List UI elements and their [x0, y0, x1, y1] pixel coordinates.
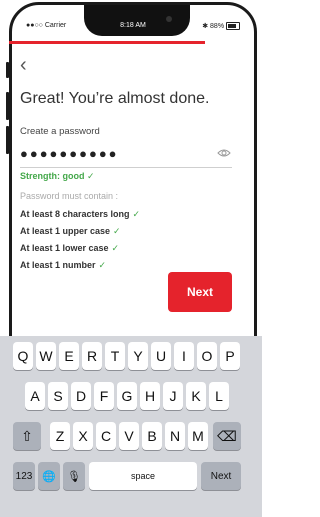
- key-v[interactable]: V: [119, 422, 139, 450]
- status-bar: ●●○○ Carrier 8:18 AM ✱ 88%: [12, 22, 254, 36]
- password-label: Create a password: [20, 126, 100, 137]
- key-n[interactable]: N: [165, 422, 185, 450]
- microphone-icon[interactable]: 🎙: [63, 462, 85, 490]
- key-o[interactable]: O: [197, 342, 217, 370]
- key-u[interactable]: U: [151, 342, 171, 370]
- key-b[interactable]: B: [142, 422, 162, 450]
- key-a[interactable]: A: [25, 382, 45, 410]
- requirements-list: At least 8 characters long ✓ At least 1 u…: [20, 207, 140, 275]
- key-p[interactable]: P: [220, 342, 240, 370]
- delete-key[interactable]: ⌫: [213, 422, 241, 450]
- requirements-label: Password must contain :: [20, 191, 119, 201]
- requirement-text: At least 1 number: [20, 260, 96, 270]
- key-m[interactable]: M: [188, 422, 208, 450]
- key-e[interactable]: E: [59, 342, 79, 370]
- requirement-item: At least 8 characters long ✓: [20, 207, 140, 224]
- key-d[interactable]: D: [71, 382, 91, 410]
- key-l[interactable]: L: [209, 382, 229, 410]
- strength-indicator: Strength: good ✓: [20, 171, 95, 181]
- keyboard: Q W E R T Y U I O P A S D F G H J K L ⇧ …: [0, 336, 262, 517]
- numbers-key[interactable]: 123: [13, 462, 35, 490]
- check-icon: ✓: [98, 260, 107, 270]
- key-s[interactable]: S: [48, 382, 68, 410]
- eye-icon[interactable]: [217, 148, 231, 158]
- requirement-text: At least 8 characters long: [20, 209, 130, 219]
- key-h[interactable]: H: [140, 382, 160, 410]
- check-icon: ✓: [111, 243, 120, 253]
- battery-percent: 88%: [210, 23, 225, 30]
- globe-icon[interactable]: 🌐: [38, 462, 60, 490]
- key-k[interactable]: K: [186, 382, 206, 410]
- key-w[interactable]: W: [36, 342, 56, 370]
- page-title: Great! You’re almost done.: [20, 90, 210, 107]
- requirement-text: At least 1 upper case: [20, 226, 111, 236]
- key-c[interactable]: C: [96, 422, 116, 450]
- key-t[interactable]: T: [105, 342, 125, 370]
- key-x[interactable]: X: [73, 422, 93, 450]
- check-icon: ✓: [132, 209, 141, 219]
- requirement-text: At least 1 lower case: [20, 243, 109, 253]
- key-f[interactable]: F: [94, 382, 114, 410]
- space-key[interactable]: space: [89, 462, 197, 490]
- keyboard-next-key[interactable]: Next: [201, 462, 241, 490]
- requirement-item: At least 1 number ✓: [20, 258, 140, 275]
- back-button[interactable]: ‹: [20, 55, 27, 75]
- requirement-item: At least 1 lower case ✓: [20, 241, 140, 258]
- key-j[interactable]: J: [163, 382, 183, 410]
- next-button[interactable]: Next: [168, 272, 232, 312]
- key-y[interactable]: Y: [128, 342, 148, 370]
- key-r[interactable]: R: [82, 342, 102, 370]
- shift-key[interactable]: ⇧: [13, 422, 41, 450]
- requirement-item: At least 1 upper case ✓: [20, 224, 140, 241]
- key-q[interactable]: Q: [13, 342, 33, 370]
- battery-status: ✱ 88%: [202, 22, 240, 31]
- battery-icon: [226, 22, 240, 31]
- key-z[interactable]: Z: [50, 422, 70, 450]
- progress-bar: [9, 41, 237, 44]
- password-underline: [20, 167, 232, 168]
- progress-fill: [9, 41, 206, 44]
- password-field[interactable]: ●●●●●●●●●●: [20, 146, 119, 161]
- key-i[interactable]: I: [174, 342, 194, 370]
- key-g[interactable]: G: [117, 382, 137, 410]
- bluetooth-icon: ✱: [202, 23, 209, 30]
- check-icon: ✓: [113, 226, 121, 236]
